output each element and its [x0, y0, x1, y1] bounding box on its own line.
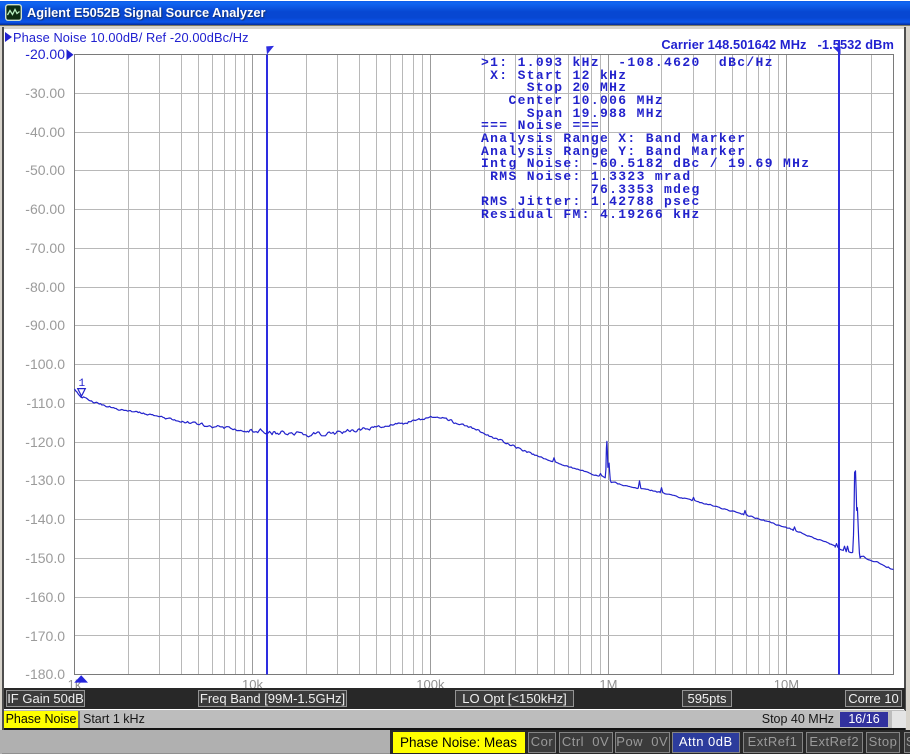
svg-text:1: 1	[79, 378, 86, 390]
